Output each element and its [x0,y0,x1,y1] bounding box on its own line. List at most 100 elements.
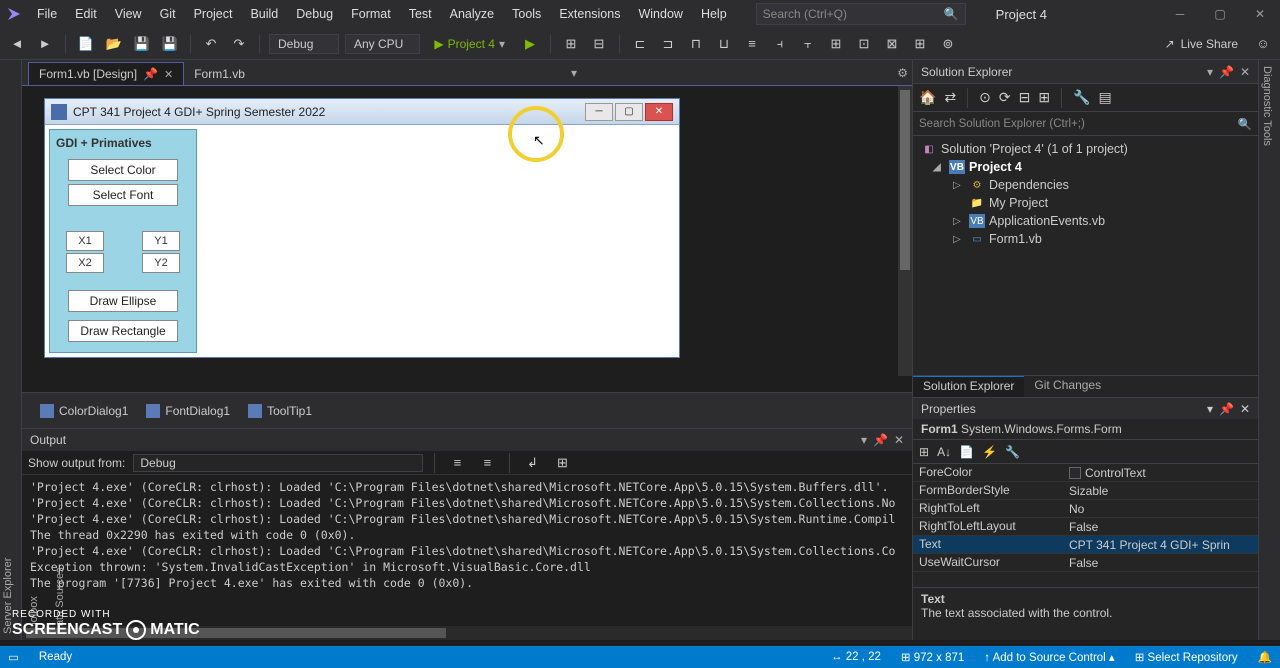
solution-explorer-tab[interactable]: Solution Explorer [913,376,1024,397]
switch-views-icon[interactable]: ⇄ [944,89,956,106]
menu-git[interactable]: Git [151,3,185,25]
prop-row-text[interactable]: TextCPT 341 Project 4 GDI+ Sprin [913,536,1258,554]
add-source-control-button[interactable]: ↑ Add to Source Control ▴ [984,650,1114,664]
form-designer[interactable]: CPT 341 Project 4 GDI+ Spring Semester 2… [44,98,680,358]
layout2-icon[interactable]: ⊟ [588,33,610,55]
menu-analyze[interactable]: Analyze [441,3,503,25]
expander-icon[interactable]: ◢ [933,162,945,173]
start-button[interactable]: ▶Project 4 ▾ [426,35,513,53]
pin-icon[interactable]: 📌 [1219,402,1234,416]
close-tab-icon[interactable]: ✕ [164,68,173,81]
prop-row-forecolor[interactable]: ForeColorControlText [913,464,1258,482]
y1-field[interactable]: Y1 [142,231,180,251]
solution-node[interactable]: ◧Solution 'Project 4' (1 of 1 project) [913,140,1258,158]
draw-ellipse-button[interactable]: Draw Ellipse [68,290,178,312]
platform-dropdown[interactable]: Any CPU [345,34,420,54]
categorized-icon[interactable]: ⊞ [919,445,929,459]
tab-settings-icon[interactable]: ⚙ [897,66,908,80]
align7-icon[interactable]: ⫟ [797,33,819,55]
feedback-icon[interactable]: ☺ [1252,33,1274,55]
x2-field[interactable]: X2 [66,253,104,273]
menu-format[interactable]: Format [342,3,400,25]
layout-icon[interactable]: ⊞ [560,33,582,55]
new-icon[interactable]: 📄 [75,33,97,55]
events-icon[interactable]: ⚡ [982,445,997,459]
server-explorer-tab[interactable]: Server Explorer [2,66,14,634]
prop-row-formborderstyle[interactable]: FormBorderStyleSizable [913,482,1258,500]
preview-icon[interactable]: ▤ [1099,89,1112,106]
close-icon[interactable]: ✕ [1240,0,1280,28]
open-icon[interactable]: 📂 [103,33,125,55]
menu-help[interactable]: Help [692,3,736,25]
save-all-icon[interactable]: 💾 [159,33,181,55]
tab-form1-vb[interactable]: Form1.vb [184,63,255,85]
output-toggle2-icon[interactable]: ⊞ [551,452,573,474]
select-color-button[interactable]: Select Color [68,159,178,181]
draw-rectangle-button[interactable]: Draw Rectangle [68,320,178,342]
home-icon[interactable]: 🏠 [919,89,936,106]
align6-icon[interactable]: ⫞ [769,33,791,55]
align1-icon[interactable]: ⊏ [629,33,651,55]
solution-search-input[interactable]: Search Solution Explorer (Ctrl+;)🔍 [913,112,1258,136]
start-noDebug-icon[interactable]: ▶ [519,33,541,55]
dependencies-node[interactable]: ▷⚙Dependencies [913,176,1258,194]
prop-pages-icon[interactable]: 🔧 [1005,445,1020,459]
menu-window[interactable]: Window [629,3,691,25]
minimize-icon[interactable]: ─ [1160,0,1200,28]
myproject-node[interactable]: 📁My Project [913,194,1258,212]
menu-file[interactable]: File [28,3,66,25]
maximize-icon[interactable]: ▢ [1200,0,1240,28]
output-clear-icon[interactable]: ≡ [446,452,468,474]
props-icon[interactable]: 📄 [959,445,974,459]
views-icon[interactable]: ▾ [1207,402,1213,416]
output-pin-icon[interactable]: 📌 [873,433,888,447]
prop-row-righttoleft[interactable]: RightToLeftNo [913,500,1258,518]
properties-object-selector[interactable]: Form1 System.Windows.Forms.Form [913,419,1258,440]
pin-icon[interactable]: 📌 [1219,65,1234,79]
component-fontdialog[interactable]: FontDialog1 [146,404,230,418]
nav-fwd-icon[interactable]: ► [34,33,56,55]
redo-icon[interactable]: ↷ [228,33,250,55]
output-toggle-icon[interactable]: ≡ [476,452,498,474]
alphabetical-icon[interactable]: A↓ [937,445,951,459]
live-share-button[interactable]: ↗Live Share [1157,37,1246,51]
close-panel-icon[interactable]: ✕ [1240,65,1250,79]
pending-icon[interactable]: ⊙ [979,89,991,106]
collapse-icon[interactable]: ⊟ [1019,89,1031,106]
align5-icon[interactable]: ≡ [741,33,763,55]
notifications-icon[interactable]: 🔔 [1258,650,1272,664]
align12-icon[interactable]: ⊚ [937,33,959,55]
select-font-button[interactable]: Select Font [68,184,178,206]
expander-icon[interactable]: ▷ [953,216,965,227]
menu-extensions[interactable]: Extensions [550,3,629,25]
output-close-icon[interactable]: ✕ [894,433,904,447]
align10-icon[interactable]: ⊠ [881,33,903,55]
align9-icon[interactable]: ⊡ [853,33,875,55]
views-icon[interactable]: ▾ [1207,65,1213,79]
diagnostic-tools-tab[interactable]: Diagnostic Tools [1261,66,1273,146]
prop-row-righttoleftlayout[interactable]: RightToLeftLayoutFalse [913,518,1258,536]
menu-debug[interactable]: Debug [287,3,342,25]
search-input[interactable]: Search (Ctrl+Q)🔍 [756,3,966,25]
pin-icon[interactable]: 📌 [143,67,158,81]
component-tooltip[interactable]: ToolTip1 [248,404,312,418]
align11-icon[interactable]: ⊞ [909,33,931,55]
nav-back-icon[interactable]: ◄ [6,33,28,55]
menu-view[interactable]: View [106,3,151,25]
x1-field[interactable]: X1 [66,231,104,251]
align2-icon[interactable]: ⊐ [657,33,679,55]
select-repo-button[interactable]: ⊞ Select Repository [1135,650,1238,664]
undo-icon[interactable]: ↶ [200,33,222,55]
output-wordwrap-icon[interactable]: ↲ [521,452,543,474]
close-panel-icon[interactable]: ✕ [1240,402,1250,416]
save-icon[interactable]: 💾 [131,33,153,55]
y2-field[interactable]: Y2 [142,253,180,273]
git-changes-tab[interactable]: Git Changes [1024,376,1111,397]
config-dropdown[interactable]: Debug [269,34,339,54]
output-source-dropdown[interactable]: Debug [133,454,423,472]
menu-tools[interactable]: Tools [503,3,550,25]
expander-icon[interactable]: ▷ [953,234,965,245]
form1-node[interactable]: ▷▭Form1.vb [913,230,1258,248]
appevents-node[interactable]: ▷VBApplicationEvents.vb [913,212,1258,230]
gdi-panel[interactable]: GDI + Primatives Select Color Select Fon… [49,129,197,353]
